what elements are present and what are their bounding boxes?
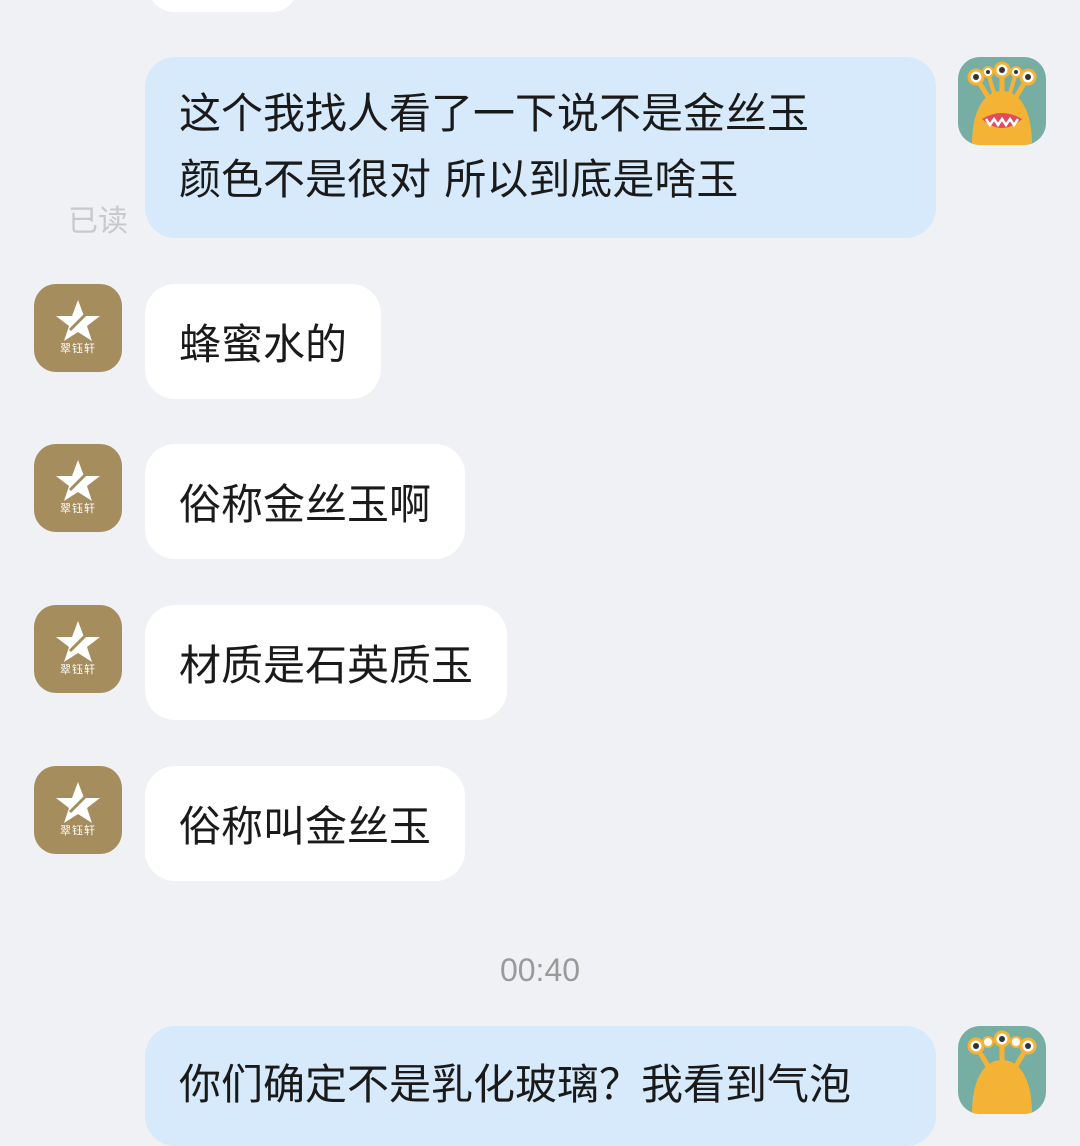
message-bubble-partial[interactable] xyxy=(148,0,298,12)
star-logo-icon xyxy=(56,621,100,662)
message-bubble-outgoing[interactable]: 你们确定不是乳化玻璃？我看到气泡 xyxy=(145,1026,936,1146)
contact-avatar[interactable]: 翠钰轩 xyxy=(34,284,122,372)
message-bubble-incoming[interactable]: 俗称叫金丝玉 xyxy=(145,766,466,881)
message-bubble-incoming[interactable]: 俗称金丝玉啊 xyxy=(145,444,466,559)
message-bubble-incoming[interactable]: 材质是石英质玉 xyxy=(145,605,508,720)
brand-name: 翠钰轩 xyxy=(60,502,96,515)
star-logo-icon xyxy=(56,300,100,341)
monster-avatar-icon xyxy=(967,1030,1037,1114)
brand-name: 翠钰轩 xyxy=(60,342,96,355)
contact-avatar[interactable]: 翠钰轩 xyxy=(34,444,122,532)
monster-avatar-icon xyxy=(967,61,1037,145)
message-bubble-outgoing[interactable]: 这个我找人看了一下说不是金丝玉 颜色不是很对 所以到底是啥玉 xyxy=(145,57,936,238)
contact-avatar[interactable]: 翠钰轩 xyxy=(34,766,122,854)
star-logo-icon xyxy=(56,782,100,823)
message-timestamp: 00:40 xyxy=(499,952,581,988)
message-line: 颜色不是很对 所以到底是啥玉 xyxy=(179,155,739,204)
read-status: 已读 xyxy=(68,204,128,239)
message-text: 材质是石英质玉 xyxy=(179,641,474,690)
my-avatar[interactable] xyxy=(958,1026,1046,1114)
message-line: 这个我找人看了一下说不是金丝玉 xyxy=(179,89,810,138)
contact-avatar[interactable]: 翠钰轩 xyxy=(34,605,122,693)
message-text: 蜂蜜水的 xyxy=(179,320,348,369)
message-text: 俗称叫金丝玉 xyxy=(179,802,432,851)
message-line: 你们确定不是乳化玻璃？我看到气泡 xyxy=(179,1060,852,1109)
my-avatar[interactable] xyxy=(958,57,1046,145)
brand-name: 翠钰轩 xyxy=(60,824,96,837)
message-bubble-incoming[interactable]: 蜂蜜水的 xyxy=(145,284,382,399)
message-text: 俗称金丝玉啊 xyxy=(179,480,432,529)
brand-name: 翠钰轩 xyxy=(60,663,96,676)
star-logo-icon xyxy=(56,460,100,501)
